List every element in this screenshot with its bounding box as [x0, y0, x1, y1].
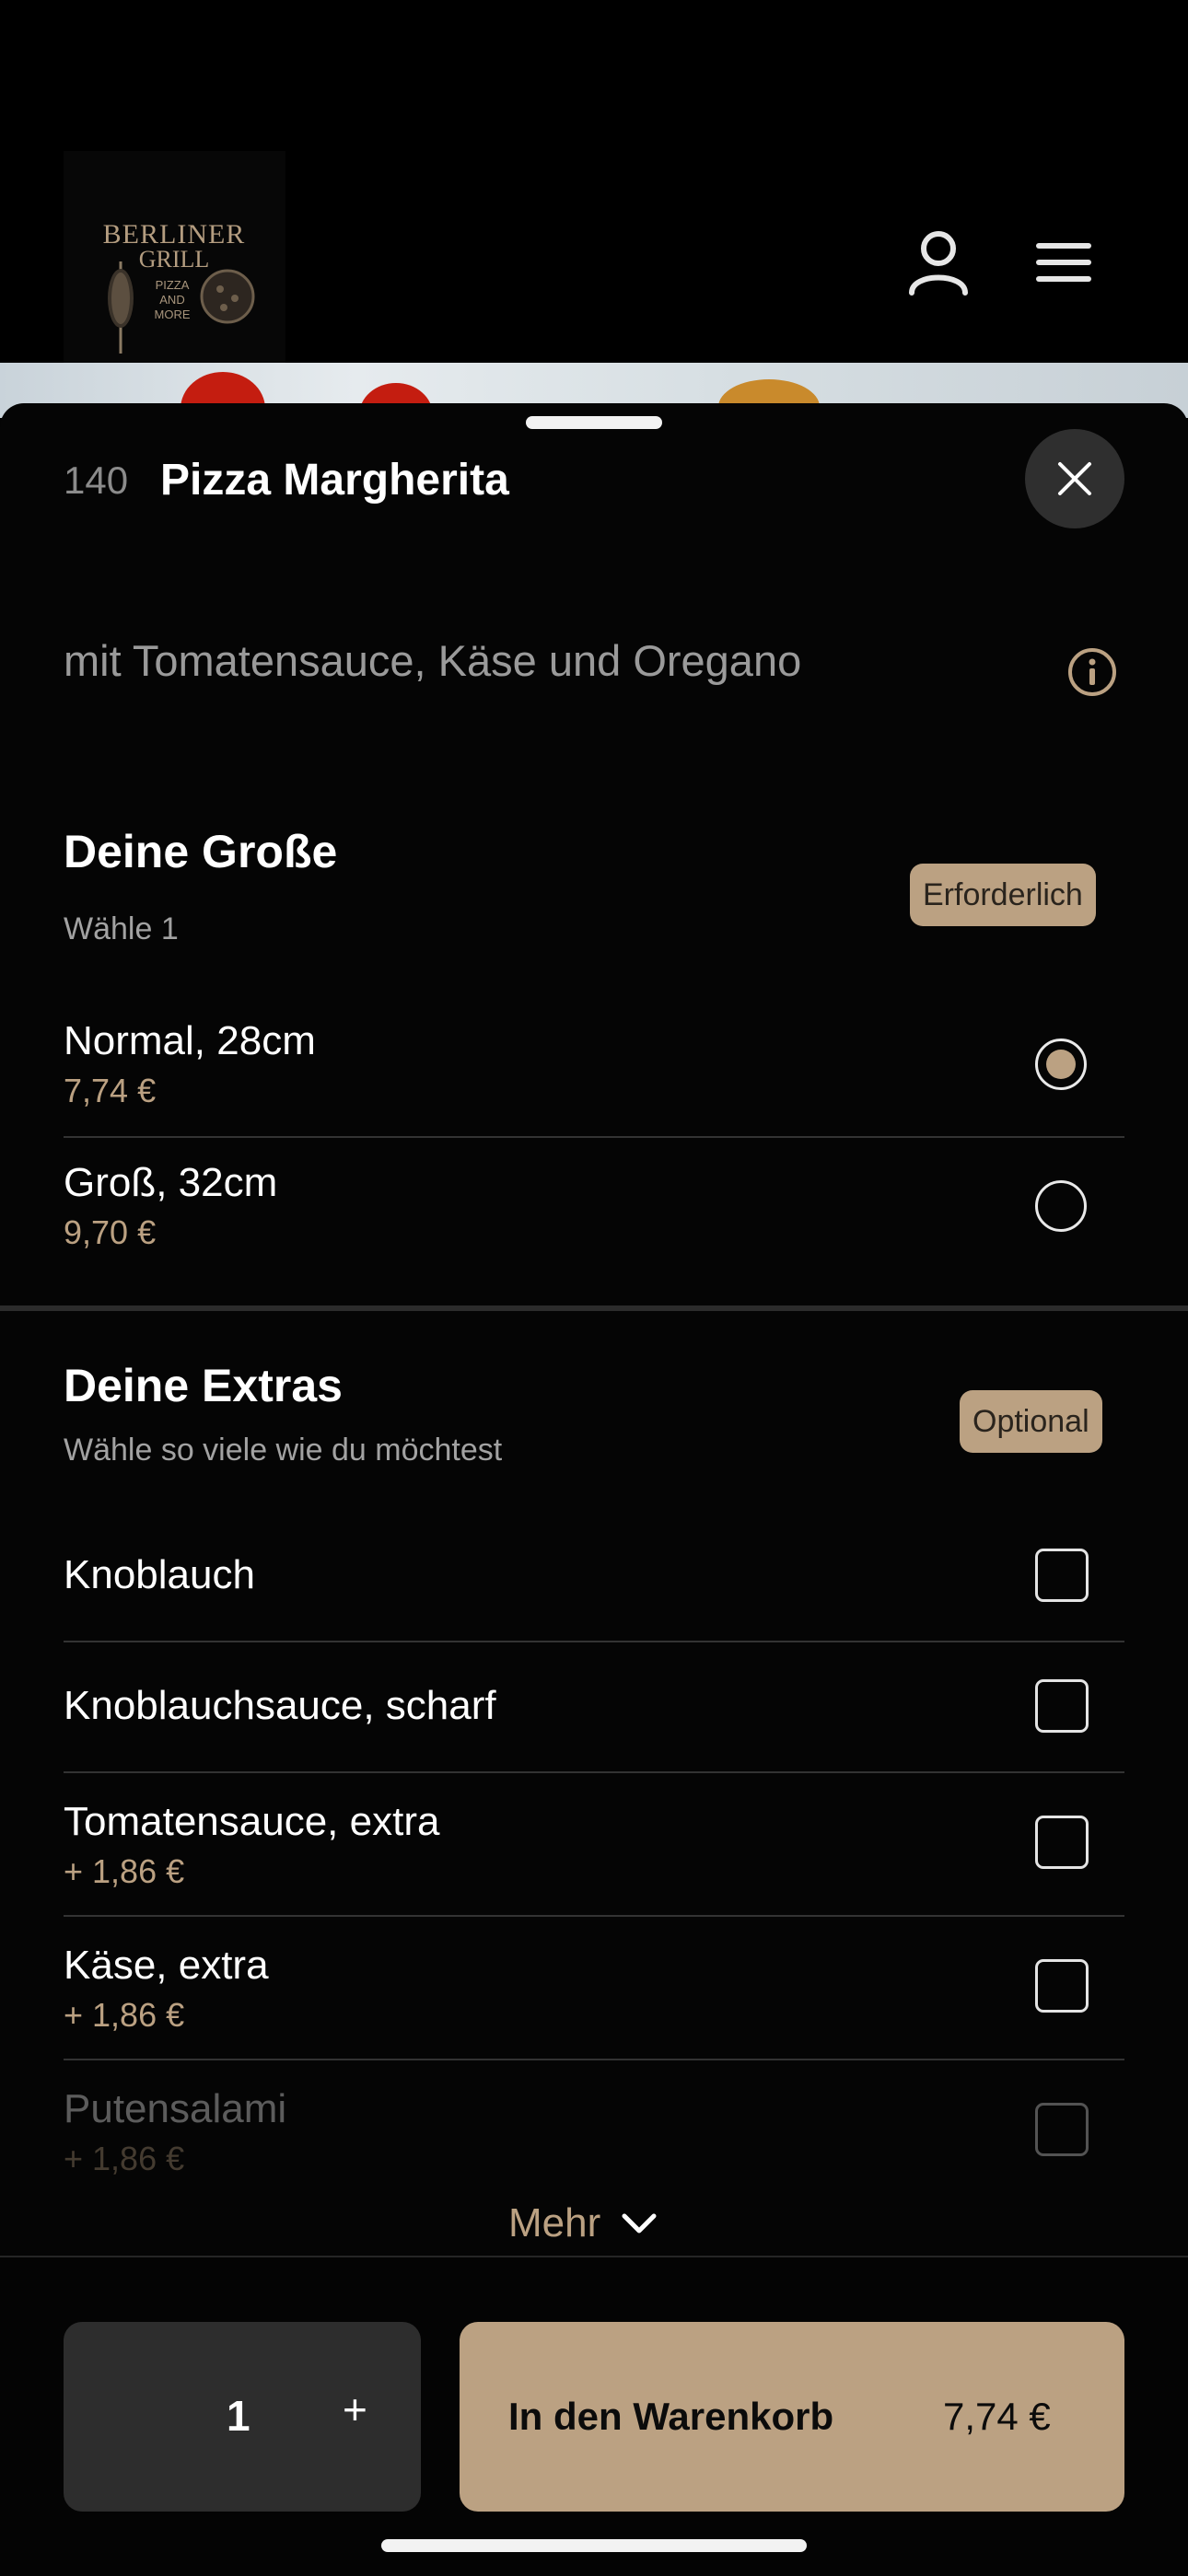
home-indicator[interactable] [381, 2539, 807, 2552]
extra-option-label: Putensalami [64, 2086, 287, 2131]
extra-option-label: Tomatensauce, extra [64, 1799, 440, 1844]
extra-option-price: + 1,86 € [64, 1996, 185, 2034]
divider [64, 1641, 1124, 1642]
info-icon[interactable] [1066, 646, 1118, 698]
item-title: Pizza Margherita [160, 456, 509, 505]
size-option-label: Groß, 32cm [64, 1160, 278, 1205]
item-number: 140 [64, 458, 129, 502]
divider [64, 1915, 1124, 1917]
checkbox[interactable] [1035, 1679, 1089, 1733]
logo-line2: GRILL [139, 246, 210, 273]
quantity-value: 1 [227, 2392, 250, 2440]
cart-total-price: 7,74 € [943, 2395, 1051, 2438]
close-icon [1058, 462, 1091, 495]
optional-badge: Optional [960, 1390, 1102, 1453]
divider [64, 1771, 1124, 1773]
show-more-button[interactable]: Mehr [508, 2200, 658, 2246]
person-icon[interactable] [897, 221, 980, 304]
extra-option-price: + 1,86 € [64, 1852, 185, 1890]
logo-sub2: AND [159, 293, 184, 307]
checkbox[interactable] [1035, 2103, 1089, 2156]
size-option-price: 7,74 € [64, 1072, 157, 1109]
checkbox[interactable] [1035, 1959, 1089, 2013]
logo-sub3: MORE [155, 307, 191, 321]
extras-section-title: Deine Extras [64, 1360, 343, 1411]
section-separator [0, 1305, 1188, 1311]
size-section-title: Deine Große [64, 826, 338, 877]
quantity-plus-button[interactable]: + [343, 2388, 367, 2431]
berliner-grill-logo[interactable]: BERLINER GRILL PIZZA AND MORE [64, 151, 285, 373]
checkbox[interactable] [1035, 1816, 1089, 1869]
item-description: mit Tomatensauce, Käse und Oregano [64, 636, 802, 685]
size-section-subtitle: Wähle 1 [64, 911, 179, 946]
extra-option-price: + 1,86 € [64, 2140, 185, 2177]
checkbox[interactable] [1035, 1549, 1089, 1602]
sheet-grabber[interactable] [526, 416, 662, 429]
logo-sub1: PIZZA [156, 278, 190, 292]
extra-option-label: Käse, extra [64, 1943, 269, 1988]
divider [64, 2059, 1124, 2060]
app-header: BERLINER GRILL PIZZA AND MORE [0, 0, 1188, 373]
divider [64, 1136, 1124, 1138]
size-option-label: Normal, 28cm [64, 1018, 316, 1063]
required-badge: Erforderlich [910, 864, 1096, 926]
chevron-down-icon [622, 2213, 657, 2234]
show-more-label: Mehr [508, 2200, 601, 2245]
radio-selected[interactable] [1035, 1039, 1087, 1090]
extra-option-label: Knoblauchsauce, scharf [64, 1683, 496, 1728]
size-option-price: 9,70 € [64, 1213, 157, 1251]
close-button[interactable] [1025, 429, 1124, 528]
add-to-cart-label: In den Warenkorb [508, 2395, 834, 2438]
radio-unselected[interactable] [1035, 1180, 1087, 1232]
extra-option-label: Knoblauch [64, 1552, 255, 1597]
product-sheet: 140 Pizza Margherita mit Tomatensauce, K… [0, 403, 1188, 2574]
extras-section-subtitle: Wähle so viele wie du möchtest [64, 1433, 503, 1468]
hamburger-menu-icon[interactable] [1022, 221, 1105, 304]
